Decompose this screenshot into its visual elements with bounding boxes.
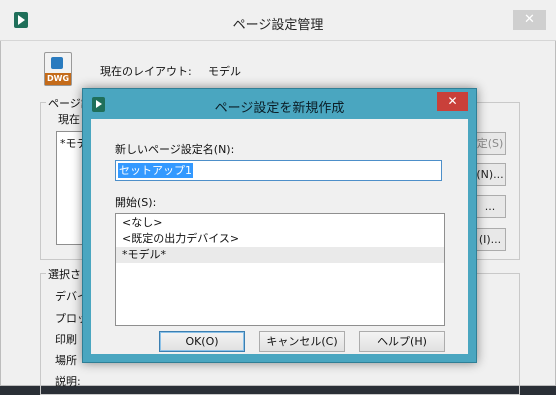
new-button[interactable]: (N)... [474, 163, 506, 186]
set-current-button[interactable]: 定(S) [474, 132, 506, 155]
start-with-list[interactable]: <なし> <既定の出力デバイス> *モデル* [115, 213, 445, 326]
dialog-body: 新しいページ設定名(N): セットアップ1 開始(S): <なし> <既定の出力… [91, 119, 468, 354]
dialog-titlebar: ページ設定を新規作成 ✕ [83, 89, 476, 119]
close-icon: ✕ [524, 12, 535, 27]
ok-button[interactable]: OK(O) [159, 331, 245, 352]
new-page-setup-dialog: ページ設定を新規作成 ✕ 新しいページ設定名(N): セットアップ1 開始(S)… [82, 88, 477, 363]
help-button[interactable]: ヘルプ(H) [359, 331, 445, 352]
current-layout-value: モデル [208, 65, 241, 78]
import-button[interactable]: (I)... [474, 228, 506, 251]
start-option-none[interactable]: <なし> [116, 215, 444, 231]
dialog-close-button[interactable]: ✕ [437, 92, 468, 111]
page-setup-name-value[interactable]: セットアップ1 [118, 163, 193, 178]
window-title: ページ設定管理 [232, 18, 324, 33]
current-layout-label: 現在のレイアウト: [100, 65, 192, 78]
window-titlebar: ページ設定管理 ✕ [0, 0, 556, 40]
page-setup-name-input[interactable]: セットアップ1 [115, 160, 442, 181]
dialog-title: ページ設定を新規作成 [214, 101, 345, 116]
start-option-default-output-device[interactable]: <既定の出力デバイス> [116, 231, 444, 247]
dwg-mark [51, 57, 63, 69]
selected-details-group-label: 選択さ [46, 266, 83, 282]
dwg-badge: DWG [45, 73, 71, 85]
print-size-label: 印刷 [55, 333, 77, 346]
location-label: 場所 [55, 354, 77, 367]
new-page-setup-name-label: 新しいページ設定名(N): [115, 143, 235, 156]
dwg-file-icon: DWG [44, 52, 72, 86]
modify-button[interactable]: ... [474, 195, 506, 218]
cancel-button[interactable]: キャンセル(C) [259, 331, 345, 352]
description-label: 説明: [55, 375, 81, 388]
start-option-model[interactable]: *モデル* [116, 247, 444, 263]
current-page-setup-label: 現在 [58, 113, 80, 126]
close-icon: ✕ [447, 94, 458, 108]
start-with-label: 開始(S): [115, 196, 157, 209]
divider [0, 40, 556, 41]
window-close-button[interactable]: ✕ [513, 10, 546, 30]
